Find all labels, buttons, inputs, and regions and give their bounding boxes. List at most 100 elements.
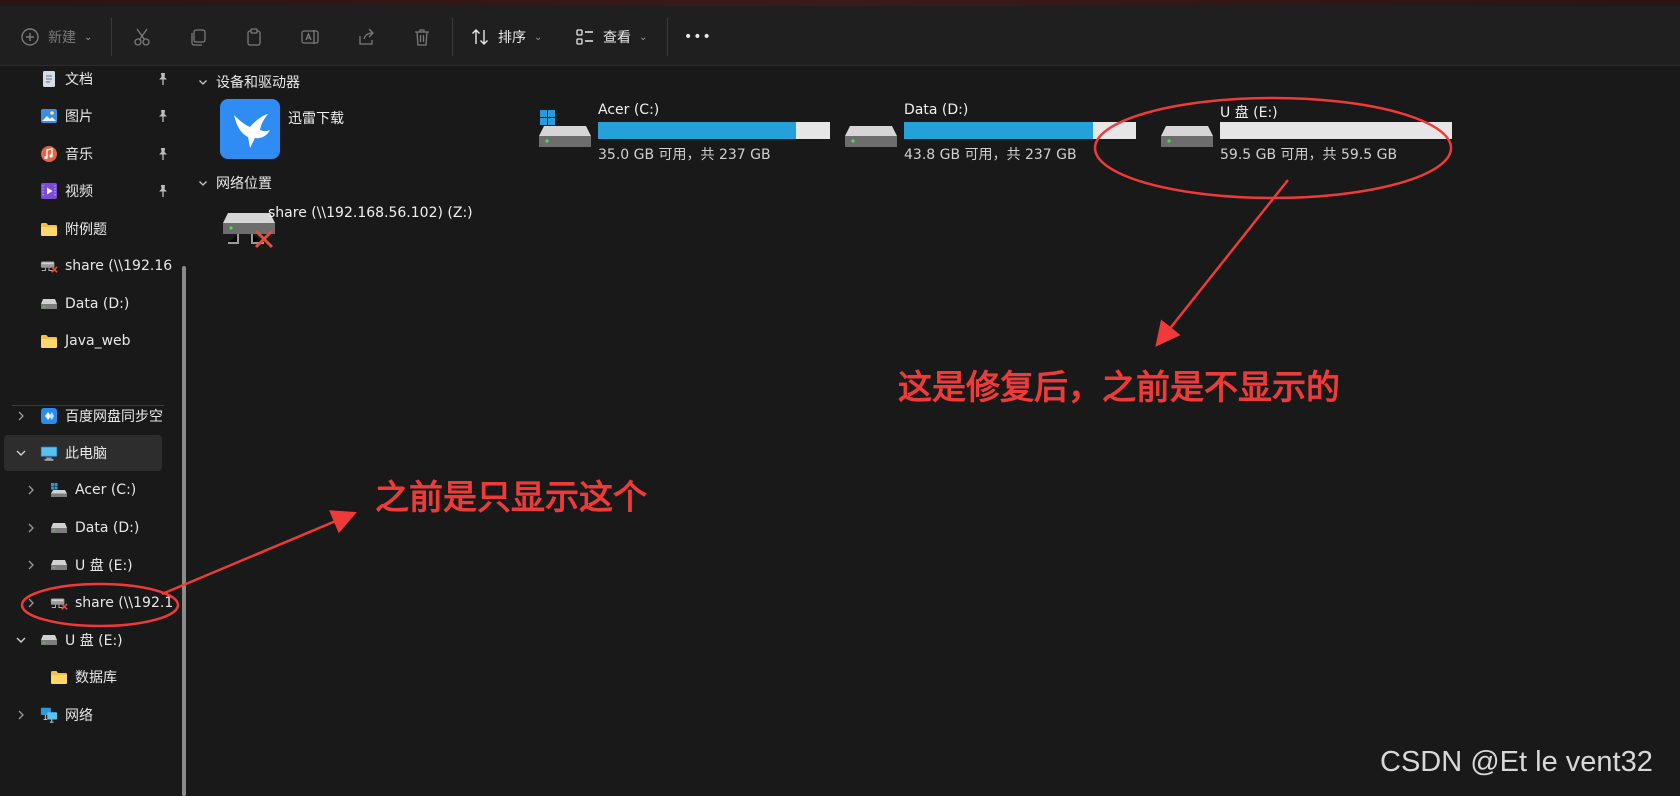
sidebar-item-drive-c[interactable]: Acer (C:)	[50, 472, 180, 508]
chevron-right-icon[interactable]	[25, 597, 37, 609]
sidebar-item-label: Data (D:)	[65, 296, 130, 312]
sidebar-item-label: U 盘 (E:)	[65, 633, 123, 649]
drive-usage-bar	[904, 122, 1136, 139]
drive-icon	[1161, 126, 1213, 147]
paste-icon	[247, 28, 261, 46]
paste-button[interactable]	[244, 20, 264, 54]
chevron-down-icon	[199, 181, 207, 186]
windows-drive-icon	[539, 110, 591, 147]
rename-icon	[301, 30, 319, 44]
sort-button[interactable]: 排序 ⌄	[470, 20, 542, 54]
folder-icon	[40, 332, 58, 350]
sidebar-item-label: 音乐	[65, 147, 93, 163]
toolbar-divider	[667, 18, 668, 56]
drive-name: Data (D:)	[904, 102, 969, 118]
pin-icon	[159, 73, 167, 85]
app-xunlei-tile[interactable]	[220, 99, 280, 159]
new-button-label: 新建	[48, 30, 76, 46]
music-icon	[40, 145, 58, 163]
rename-button[interactable]	[300, 20, 320, 54]
folder-icon	[50, 668, 68, 686]
more-options-button[interactable]: •••	[684, 20, 712, 54]
sidebar-item-label: U 盘 (E:)	[75, 558, 133, 574]
document-icon	[40, 70, 58, 88]
network-drive-disconnected-icon	[50, 594, 68, 612]
computer-icon	[40, 444, 58, 462]
app-xunlei-label: 迅雷下载	[288, 111, 344, 127]
content-pane: 设备和驱动器 迅雷下载 Acer (C:) 35.0 GB 可用，共 237 G…	[198, 66, 1680, 796]
network-drive-disconnected-icon	[40, 257, 58, 275]
trash-icon	[415, 29, 429, 46]
network-icon	[40, 706, 58, 724]
drive-tile-c[interactable]: Acer (C:) 35.0 GB 可用，共 237 GB	[538, 98, 838, 168]
sidebar-item-label: share (\\192.16	[65, 258, 173, 274]
command-bar: 新建 ⌄ 排序 ⌄ 查看 ⌄ •••	[0, 0, 1680, 66]
sidebar-item-this-pc[interactable]: 此电脑	[40, 435, 162, 471]
sidebar-item-label: Data (D:)	[75, 520, 140, 536]
pin-icon	[159, 148, 167, 160]
drive-size: 59.5 GB 可用，共 59.5 GB	[1220, 147, 1398, 163]
network-group-header[interactable]: 网络位置	[198, 173, 272, 193]
chevron-right-icon[interactable]	[15, 410, 27, 422]
sidebar-item-label: 视频	[65, 184, 93, 200]
sidebar-scrollbar[interactable]	[182, 266, 186, 796]
annotation-note-fixed: 这是修复后，之前是不显示的	[898, 368, 1340, 408]
sidebar-item-drive-d[interactable]: Data (D:)	[50, 510, 180, 546]
drive-usage-bar	[1220, 122, 1452, 139]
chevron-down-icon	[199, 80, 207, 85]
toolbar-divider	[111, 18, 112, 56]
sidebar-item-usb-drive-e[interactable]: U 盘 (E:)	[50, 547, 180, 583]
drive-usage-fill	[598, 122, 796, 139]
folder-icon	[40, 220, 58, 238]
annotation-note-before: 之前是只显示这个	[375, 478, 647, 518]
sidebar-item-data-drive[interactable]: Data (D:)	[40, 286, 180, 322]
devices-group-header[interactable]: 设备和驱动器	[198, 72, 300, 92]
more-icon: •••	[684, 29, 712, 45]
group-header-label: 网络位置	[216, 176, 272, 192]
drive-size: 35.0 GB 可用，共 237 GB	[598, 147, 771, 163]
chevron-down-icon[interactable]	[15, 447, 27, 459]
share-icon	[359, 28, 374, 45]
xunlei-bird-icon	[220, 99, 280, 159]
chevron-down-icon: ⌄	[639, 31, 648, 43]
copy-icon	[191, 29, 206, 46]
sidebar-item-label: 附例题	[65, 222, 107, 238]
drive-tile-d[interactable]: Data (D:) 43.8 GB 可用，共 237 GB	[844, 98, 1144, 168]
sidebar-item-network[interactable]: 网络	[40, 697, 180, 733]
network-drive-tile-z[interactable]: share (\\192.168.56.102) (Z:)	[222, 201, 522, 271]
view-button[interactable]: 查看 ⌄	[575, 20, 647, 54]
cut-button[interactable]	[132, 20, 152, 54]
sidebar-item-java-web[interactable]: Java_web	[40, 323, 180, 359]
view-list-icon	[576, 29, 593, 45]
navigation-pane: 文档 图片 音乐 视频 附例题 share (\\192.16 Data (D:…	[0, 66, 190, 796]
csdn-watermark: CSDN @Et le vent32	[1380, 746, 1653, 778]
drive-icon	[40, 295, 58, 313]
baidu-sync-icon	[40, 407, 58, 425]
chevron-right-icon[interactable]	[25, 484, 37, 496]
sidebar-item-network-share-tree[interactable]: share (\\192.1	[50, 585, 174, 621]
chevron-right-icon[interactable]	[15, 709, 27, 721]
drive-usage-fill	[904, 122, 1094, 139]
scissors-icon	[134, 28, 150, 46]
chevron-down-icon[interactable]	[15, 634, 27, 646]
sidebar-item-baidu-sync[interactable]: 百度网盘同步空	[40, 398, 174, 434]
chevron-down-icon: ⌄	[534, 31, 543, 43]
sidebar-item-database-folder[interactable]: 数据库	[50, 659, 180, 695]
share-button[interactable]	[356, 20, 376, 54]
delete-button[interactable]	[412, 20, 432, 54]
sidebar-item-label: 网络	[65, 708, 93, 724]
new-button[interactable]: 新建 ⌄	[20, 20, 92, 54]
windows-drive-icon	[50, 481, 68, 499]
sidebar-item-folder[interactable]: 附例题	[40, 211, 180, 247]
drive-tile-e[interactable]: U 盘 (E:) 59.5 GB 可用，共 59.5 GB	[1160, 98, 1460, 168]
picture-icon	[40, 107, 58, 125]
sidebar-item-network-share[interactable]: share (\\192.16	[40, 248, 174, 284]
drive-icon	[50, 519, 68, 537]
copy-button[interactable]	[188, 20, 208, 54]
sidebar-item-usb-drive-e-root[interactable]: U 盘 (E:)	[40, 622, 180, 658]
sidebar-item-label: Java_web	[65, 333, 131, 349]
drive-name: U 盘 (E:)	[1220, 105, 1278, 121]
group-header-label: 设备和驱动器	[216, 75, 300, 91]
chevron-right-icon[interactable]	[25, 559, 37, 571]
chevron-right-icon[interactable]	[25, 522, 37, 534]
